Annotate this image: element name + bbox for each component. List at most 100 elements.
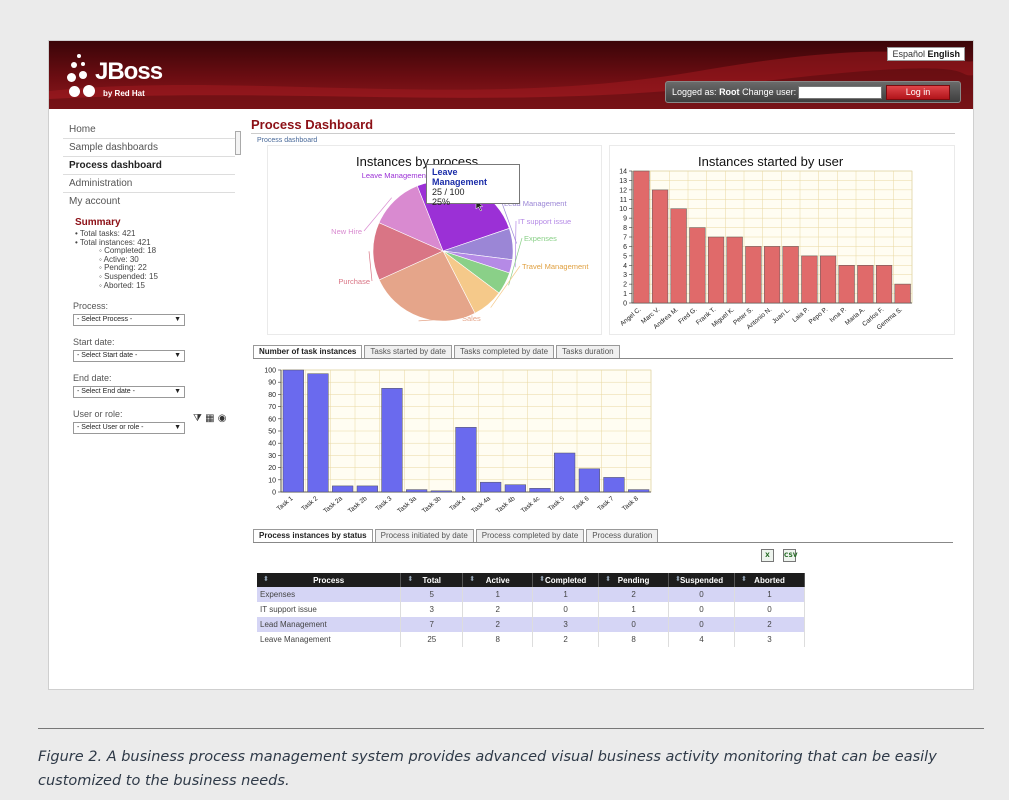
table-row[interactable]: Leave Management 25 8 2 8 4 3 xyxy=(257,632,805,647)
sort-icon[interactable]: ⬍ xyxy=(675,575,681,583)
refresh-icon[interactable]: ◉ xyxy=(218,413,227,424)
y-tick-label: 11 xyxy=(620,197,627,204)
table-cell: 0 xyxy=(668,617,736,632)
change-user-input[interactable] xyxy=(798,86,882,99)
nav-my-account[interactable]: My account xyxy=(63,193,235,211)
table-row[interactable]: Lead Management 7 2 3 0 0 2 xyxy=(257,617,805,632)
y-tick-label: 40 xyxy=(268,441,276,448)
bar[interactable] xyxy=(628,489,650,493)
filter-process: Process: - Select Process - ▼ xyxy=(63,301,235,327)
y-tick-label: 100 xyxy=(264,368,276,375)
pie-label: Travel Management xyxy=(522,262,589,271)
task-bar-chart[interactable]: 0102030405060708090100Task 1 Task 2 Task 2… xyxy=(253,365,653,523)
bar[interactable] xyxy=(332,485,354,493)
x-tick-label: Pepo P. xyxy=(808,306,830,326)
filter-icon[interactable]: ⧩ xyxy=(193,413,202,424)
tab-process-by-status[interactable]: Process instances by status xyxy=(253,529,373,542)
bar[interactable] xyxy=(670,208,687,304)
tab-number-task-instances[interactable]: Number of task instances xyxy=(253,345,363,358)
language-switcher[interactable]: Español English xyxy=(887,47,965,61)
user-bar-chart[interactable]: 01234567891011121314Angel C.Marc V.Andre… xyxy=(610,146,956,336)
process-select[interactable]: - Select Process - ▼ xyxy=(73,314,185,327)
end-date-select[interactable]: - Select End date - ▼ xyxy=(73,386,185,399)
bar[interactable] xyxy=(857,265,874,304)
bar[interactable] xyxy=(381,388,403,493)
nav-sample-dashboards[interactable]: Sample dashboards xyxy=(63,139,235,157)
y-tick-label: 80 xyxy=(268,392,276,399)
lang-english[interactable]: English xyxy=(927,49,960,59)
x-tick-label: Angel C. xyxy=(619,306,643,328)
excel-export-icon[interactable]: X xyxy=(761,549,774,562)
sort-icon[interactable]: ⬍ xyxy=(539,575,545,583)
login-button[interactable]: Log in xyxy=(886,85,950,100)
table-row[interactable]: Expenses 5 1 1 2 0 1 xyxy=(257,587,805,602)
bar[interactable] xyxy=(689,227,706,304)
bar[interactable] xyxy=(578,468,600,493)
bar[interactable] xyxy=(282,369,304,493)
col-aborted[interactable]: ⬍ Aborted xyxy=(734,573,805,587)
tab-tasks-started[interactable]: Tasks started by date xyxy=(364,345,452,358)
sort-icon[interactable]: ⬍ xyxy=(741,575,747,583)
nav-process-dashboard[interactable]: Process dashboard xyxy=(63,157,235,175)
table-row[interactable]: IT support issue 3 2 0 1 0 0 xyxy=(257,602,805,617)
bar[interactable] xyxy=(782,246,799,304)
start-date-select[interactable]: - Select Start date - ▼ xyxy=(73,350,185,363)
col-total[interactable]: ⬍ Total xyxy=(400,573,464,587)
bar[interactable] xyxy=(763,246,781,304)
logo-text: JBoss xyxy=(95,58,163,85)
tab-process-duration[interactable]: Process duration xyxy=(586,529,659,542)
lang-spanish[interactable]: Español xyxy=(892,49,925,59)
summary-title: Summary xyxy=(75,217,121,228)
bar[interactable] xyxy=(307,373,329,493)
bar[interactable] xyxy=(504,484,526,493)
bar[interactable] xyxy=(430,490,452,493)
bar[interactable] xyxy=(529,488,551,493)
breadcrumb[interactable]: Process dashboard xyxy=(257,137,955,144)
x-tick-label: Task 4b xyxy=(495,495,517,515)
table-cell: 8 xyxy=(598,632,670,647)
col-suspended[interactable]: ⬍ Suspended xyxy=(668,573,736,587)
user-role-select[interactable]: - Select User or role - ▼ xyxy=(73,422,185,435)
table-header-row: ⬍ Process ⬍ Total ⬍ Active ⬍ Completed ⬍ Pend… xyxy=(257,573,805,587)
table-cell: 3 xyxy=(400,602,464,617)
tab-process-initiated[interactable]: Process initiated by date xyxy=(374,529,474,542)
bar[interactable] xyxy=(633,170,650,304)
bar[interactable] xyxy=(875,265,893,304)
page-title: Process Dashboard xyxy=(251,117,955,134)
nav-home[interactable]: Home xyxy=(63,121,235,139)
bar[interactable] xyxy=(603,477,625,493)
bar[interactable] xyxy=(894,283,911,304)
sort-icon[interactable]: ⬍ xyxy=(407,575,413,583)
sort-icon[interactable]: ⬍ xyxy=(605,575,611,583)
bar[interactable] xyxy=(455,427,477,493)
bar[interactable] xyxy=(356,485,378,493)
col-active[interactable]: ⬍ Active xyxy=(462,573,534,587)
bar[interactable] xyxy=(554,452,576,493)
bar[interactable] xyxy=(707,236,725,304)
bar[interactable] xyxy=(651,189,669,304)
y-tick-label: 50 xyxy=(268,429,276,436)
table-cell: 1 xyxy=(462,587,534,602)
tab-process-completed[interactable]: Process completed by date xyxy=(475,529,585,542)
user-bar-chart-panel: Instances started by user 0 1 2 3 4 5 6 7 8 9 10 11… xyxy=(609,145,955,335)
bar[interactable] xyxy=(406,489,428,493)
dropdown-arrow-icon: ▼ xyxy=(174,316,181,324)
nav-scrollbar[interactable] xyxy=(235,131,241,155)
sort-icon[interactable]: ⬍ xyxy=(263,575,269,583)
bar[interactable] xyxy=(726,236,743,304)
bar[interactable] xyxy=(745,246,762,304)
y-tick-label: 60 xyxy=(268,416,276,423)
col-process[interactable]: ⬍ Process xyxy=(257,573,402,587)
tab-tasks-duration[interactable]: Tasks duration xyxy=(556,345,620,358)
bar[interactable] xyxy=(801,255,818,304)
tab-tasks-completed[interactable]: Tasks completed by date xyxy=(453,345,555,358)
col-completed[interactable]: ⬍ Completed xyxy=(532,573,600,587)
sort-icon[interactable]: ⬍ xyxy=(469,575,475,583)
bar[interactable] xyxy=(480,481,502,493)
col-pending[interactable]: ⬍ Pending xyxy=(598,573,670,587)
nav-administration[interactable]: Administration xyxy=(63,175,235,193)
csv-export-icon[interactable]: CSV xyxy=(783,549,797,562)
bar[interactable] xyxy=(838,265,855,304)
calendar-icon[interactable]: ▦ xyxy=(205,413,214,424)
bar[interactable] xyxy=(819,255,837,304)
